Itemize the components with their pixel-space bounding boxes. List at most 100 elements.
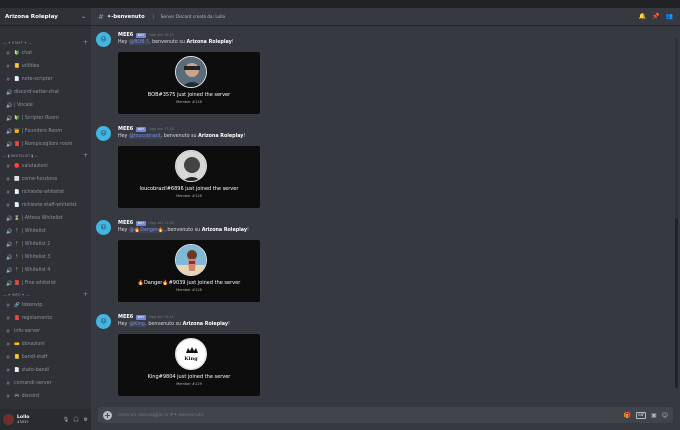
- sidebar-channel[interactable]: # 📄 richieste-whitelist: [0, 186, 91, 199]
- message-author[interactable]: MEE6: [118, 314, 133, 320]
- emoji-icon[interactable]: ☺: [662, 412, 668, 419]
- channel-label: | Whitelist 2: [21, 242, 51, 247]
- channel-label: utilities: [21, 64, 40, 69]
- headphones-icon[interactable]: 🎧: [73, 417, 79, 423]
- avatar[interactable]: [3, 414, 14, 425]
- message-text: Hey @🔥Danger🔥, benvenuto su Arizona Role…: [118, 228, 249, 233]
- sidebar-channel[interactable]: # 📄 richieste-staff-whitelist: [0, 199, 91, 212]
- add-channel-icon[interactable]: +: [83, 152, 88, 159]
- add-channel-icon[interactable]: +: [83, 291, 88, 298]
- avatar[interactable]: ☹: [96, 220, 111, 235]
- sidebar-channel[interactable]: # 🔴 valutazioni: [0, 160, 91, 173]
- scrollbar-thumb[interactable]: [675, 218, 678, 388]
- channel-label: | Rompicoglioni room: [21, 142, 73, 147]
- gift-icon[interactable]: 🎁: [624, 412, 631, 419]
- card-member-count: Member #129: [176, 382, 202, 386]
- sidebar-channel[interactable]: # 📄 note-scripter: [0, 73, 91, 86]
- message-header: MEE6 BOT Oggi alle 11:03: [118, 220, 174, 226]
- server-name-text: Arizona Roleplay: [201, 228, 248, 233]
- channel-emoji: 📕: [14, 281, 20, 286]
- pin-icon[interactable]: 📌: [652, 13, 659, 20]
- user-mention[interactable]: @loucobrazil: [128, 134, 161, 139]
- sidebar-channel[interactable]: # info-server: [0, 325, 91, 338]
- sidebar-channel[interactable]: 🔊 🕴 | Whitelist 3: [0, 251, 91, 264]
- hash-icon: #: [6, 354, 11, 361]
- user-mention[interactable]: @BOB ?: [128, 40, 150, 45]
- sidebar-channel[interactable]: # ⬜ come-funziona: [0, 173, 91, 186]
- user-mention[interactable]: @🔥Danger🔥: [128, 228, 165, 233]
- welcome-card-image: loucobrazil#6896 just joined the server M…: [118, 146, 260, 208]
- bot-badge: BOT: [136, 314, 146, 320]
- user-tag: #5839: [17, 420, 29, 424]
- sidebar-channel[interactable]: 🔊 📕 | Rompicoglioni room: [0, 138, 91, 151]
- mic-icon[interactable]: 🎙: [63, 417, 69, 423]
- settings-icon[interactable]: ⚙: [84, 417, 88, 423]
- bell-icon[interactable]: 🔔: [639, 13, 646, 20]
- message-end-text: !: [231, 40, 234, 45]
- speaker-icon: 🔊: [6, 228, 13, 235]
- avatar[interactable]: ☹: [96, 32, 111, 47]
- members-icon[interactable]: 👥: [666, 13, 673, 20]
- sidebar-channel[interactable]: # 💳 donazioni: [0, 338, 91, 351]
- gif-icon[interactable]: GIF: [636, 411, 647, 419]
- user-mention[interactable]: @King: [128, 322, 146, 327]
- sidebar-channel[interactable]: 🔊 🔰 | Scripter Room: [0, 112, 91, 125]
- add-attachment-button[interactable]: +: [103, 410, 112, 420]
- channel-label: bandi-staff: [21, 355, 48, 360]
- sidebar-channel[interactable]: # 📄 stato-bandi: [0, 364, 91, 377]
- message-author[interactable]: MEE6: [118, 220, 133, 226]
- chevron-down-icon[interactable]: ⌄: [81, 13, 86, 20]
- sidebar-channel[interactable]: 🔊 🕴 | Whitelist 4: [0, 264, 91, 277]
- category-label: — ✦ INFO ✦ —: [3, 292, 30, 297]
- message-timestamp: Oggi alle 11:03: [148, 221, 174, 225]
- message-input[interactable]: Invia un messaggio in #✦-benvenuto: [118, 413, 204, 418]
- sidebar-channel[interactable]: # 🔗 tokenvip: [0, 299, 91, 312]
- sidebar-channel[interactable]: # 🎮 discord: [0, 390, 91, 403]
- message-author[interactable]: MEE6: [118, 126, 133, 132]
- speaker-icon: 🔊: [6, 141, 13, 148]
- channel-emoji: ⬜: [14, 177, 20, 182]
- sidebar-channel[interactable]: 🔊 ⌛ | Attesa Whitelist: [0, 212, 91, 225]
- category-staff[interactable]: — ✦ STAFF ✦ — +: [0, 38, 91, 47]
- card-member-count: Member #128: [176, 288, 202, 292]
- speaker-icon: 🔊: [6, 280, 13, 287]
- channel-title: ✦-benvenuto: [106, 13, 145, 20]
- card-title: loucobrazil#6896 just joined the server: [139, 186, 239, 192]
- user-info[interactable]: Lollo #5839: [17, 415, 29, 424]
- sidebar-channel[interactable]: # 📒 utilities: [0, 60, 91, 73]
- card-title: 🔥Danger🔥#9039 just joined the server: [137, 280, 241, 286]
- sidebar-channel[interactable]: 🔊 📕 | Fine whitelist: [0, 277, 91, 290]
- channel-label: | Attesa Whitelist: [21, 216, 63, 221]
- card-title: BOB#3575 just joined the server: [147, 92, 231, 98]
- sidebar-channel[interactable]: 🔊 🕴 | Whitelist 2: [0, 238, 91, 251]
- sidebar-channel[interactable]: # 🔰 chat: [0, 47, 91, 60]
- speaker-icon: 🔊: [6, 254, 13, 261]
- avatar[interactable]: ☹: [96, 126, 111, 141]
- hash-icon: #: [6, 380, 11, 387]
- member-avatar: [175, 244, 207, 276]
- sidebar-channel[interactable]: 🔊 | Vocale: [0, 99, 91, 112]
- sidebar-channel[interactable]: 🔊 🕴 | Whitelist: [0, 225, 91, 238]
- avatar[interactable]: ☹: [96, 314, 111, 329]
- sidebar-channel[interactable]: 🔊 👑 | Founders Room: [0, 125, 91, 138]
- sidebar-channel[interactable]: # 📒 bandi-staff: [0, 351, 91, 364]
- message-timestamp: Oggi alle 18:45: [148, 33, 174, 37]
- sidebar-channel[interactable]: # 📕 regolamento: [0, 312, 91, 325]
- hash-icon: #: [6, 302, 11, 309]
- message-author[interactable]: MEE6: [118, 32, 133, 38]
- category-whitelist[interactable]: — ▮ WHITELIST ▮ — +: [0, 151, 91, 160]
- message-text: Hey @loucobrazil, benvenuto su Arizona R…: [118, 134, 245, 139]
- sidebar-channel[interactable]: 🔊 discord-setter-chat: [0, 86, 91, 99]
- channel-label: | Fine whitelist: [21, 281, 57, 286]
- sidebar-channel[interactable]: # comandi-server: [0, 377, 91, 390]
- add-channel-icon[interactable]: +: [83, 39, 88, 46]
- channel-emoji: 🕴: [14, 229, 20, 234]
- server-name: Arizona Roleplay: [5, 13, 58, 20]
- message-header: MEE6 BOT Oggi alle 19:41: [118, 314, 174, 320]
- channel-label: | Whitelist 3: [21, 255, 51, 260]
- card-member-count: Member #128: [176, 194, 202, 198]
- channel-label: comandi-server: [14, 381, 52, 386]
- sticker-icon[interactable]: ▣: [651, 412, 657, 419]
- category-info[interactable]: — ✦ INFO ✦ — +: [0, 290, 91, 299]
- message: ☹ MEE6 BOT Oggi alle 11:03 Hey @🔥Danger🔥, be…: [91, 220, 666, 310]
